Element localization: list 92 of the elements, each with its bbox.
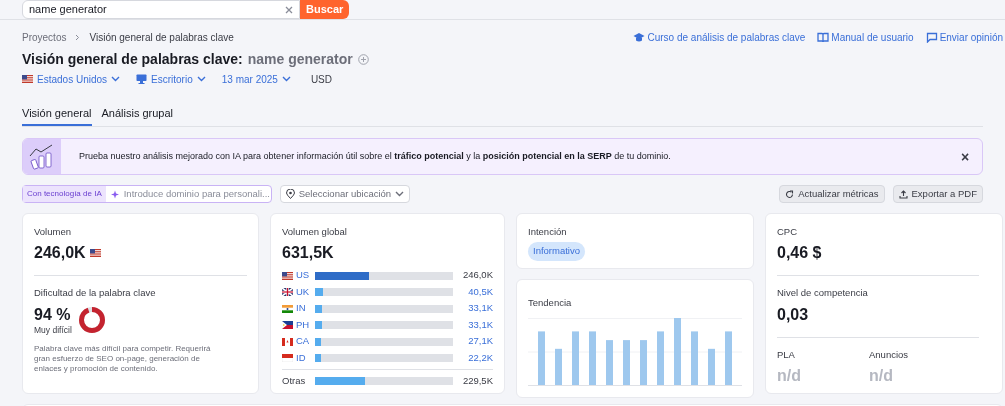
book-icon xyxy=(817,31,830,43)
add-icon[interactable] xyxy=(357,53,369,65)
help-link[interactable]: Manual de usuario xyxy=(817,29,914,45)
country-link[interactable]: IN xyxy=(296,301,306,316)
volume-value[interactable]: 33,1K xyxy=(453,301,493,316)
location-pin-icon xyxy=(285,189,295,199)
metric-value: 0,03 xyxy=(777,304,810,325)
trend-bar xyxy=(708,349,715,386)
metric-value: n/d xyxy=(777,365,802,386)
chat-bubble-icon xyxy=(925,31,938,43)
chevron-down-icon xyxy=(196,76,206,82)
help-link[interactable]: Enviar opinión xyxy=(925,29,1003,45)
trend-bar xyxy=(606,340,613,386)
metric-value: 631,5K xyxy=(282,243,335,264)
trend-bar xyxy=(691,331,698,386)
volume-value[interactable]: 40,5K xyxy=(453,284,493,300)
country-link[interactable]: CA xyxy=(296,334,310,349)
metric-value: 246,0K xyxy=(34,243,86,264)
trend-bar xyxy=(555,349,562,386)
flag-icon xyxy=(282,321,293,329)
currency-label: USD xyxy=(310,72,332,87)
volume-value[interactable]: 33,1K xyxy=(453,317,493,333)
metric-label: PLA xyxy=(777,347,796,362)
page-title: Visión general de palabras clave: xyxy=(22,49,243,69)
metric-label: Intención xyxy=(528,225,567,239)
volume-value: 229,5K xyxy=(461,374,493,389)
toolbar-button[interactable]: Actualizar métricas xyxy=(779,185,885,203)
metric-label: Volumen global xyxy=(282,225,348,239)
country-label: Otras xyxy=(282,374,307,389)
breadcrumb-current: Visión general de palabras clave xyxy=(89,30,234,45)
metric-label: Nivel de competencia xyxy=(777,286,869,301)
metric-label: Tendencia xyxy=(528,296,573,310)
sparkle-icon xyxy=(110,189,120,199)
filter-dropdown[interactable]: Escritorio xyxy=(136,71,206,87)
filter-dropdown[interactable]: Estados Unidos xyxy=(22,71,121,87)
tab[interactable]: Visión general xyxy=(22,100,92,126)
ai-badge: Con tecnología de IA xyxy=(23,186,106,202)
volume-value[interactable]: 27,1K xyxy=(453,334,493,349)
monitor-icon xyxy=(136,74,148,84)
flag-icon xyxy=(89,249,101,258)
country-link[interactable]: US xyxy=(296,268,310,283)
refresh-icon xyxy=(785,189,795,199)
keyword-title: name generator xyxy=(247,49,353,69)
chevron-right-icon xyxy=(75,33,81,41)
trend-bar xyxy=(572,331,579,386)
trend-bar xyxy=(674,318,681,386)
metric-value: n/d xyxy=(869,365,894,386)
banner-text: Prueba nuestro análisis mejorado con IA para obtener información útil sobre el tráfico potencial y la posición potencial en la SERP de tu dominio. xyxy=(79,149,672,163)
metric-label: Anuncios xyxy=(869,347,909,362)
trend-bar xyxy=(657,331,664,386)
flag-icon xyxy=(282,271,293,280)
flag-icon xyxy=(282,354,293,362)
country-link[interactable]: PH xyxy=(296,317,310,333)
intent-tag: Informativo xyxy=(528,242,585,261)
trend-bar xyxy=(725,331,732,386)
search-field[interactable]: name generator xyxy=(22,0,300,19)
close-icon[interactable] xyxy=(285,5,293,14)
metric-value: 94 % xyxy=(34,304,72,324)
flag-icon xyxy=(282,304,293,313)
graduation-cap-icon xyxy=(633,31,646,43)
metric-label: Volumen xyxy=(34,225,72,239)
metric-label: CPC xyxy=(777,225,799,239)
search-button[interactable]: Buscar xyxy=(300,0,350,19)
filter-dropdown[interactable]: 13 mar 2025 xyxy=(221,71,291,87)
country-link[interactable]: ID xyxy=(296,350,306,366)
flag-icon xyxy=(22,75,33,83)
difficulty-description: Palabra clave más difícil para competir. Requerirá gran esfuerzo de SEO on-page, generación de enlaces y promoción de contenido. xyxy=(34,344,212,375)
metric-value: 0,46 $ xyxy=(777,243,823,264)
flag-icon xyxy=(282,288,293,296)
trend-bar xyxy=(538,331,545,386)
chevron-down-icon xyxy=(111,76,121,82)
country-link[interactable]: UK xyxy=(296,284,310,300)
breadcrumb-link[interactable]: Proyectos xyxy=(22,29,67,45)
trend-bar xyxy=(589,331,596,386)
difficulty-rating: Muy difícil xyxy=(34,323,72,337)
trend-bar xyxy=(640,340,647,386)
location-dropdown[interactable]: Seleccionar ubicación xyxy=(279,185,411,203)
tab[interactable]: Análisis grupal xyxy=(101,100,174,126)
upload-icon xyxy=(898,189,908,199)
toolbar-button[interactable]: Exportar a PDF xyxy=(892,185,983,203)
metric-label: Dificultad de la palabra clave xyxy=(34,286,157,301)
help-link[interactable]: Curso de análisis de palabras clave xyxy=(633,29,806,45)
trend-bar xyxy=(623,340,630,386)
chevron-down-icon xyxy=(395,191,405,197)
flag-icon xyxy=(282,337,293,346)
search-input[interactable]: name generator xyxy=(29,1,285,18)
domain-input[interactable]: Introduce dominio para personali... xyxy=(123,186,271,202)
close-button[interactable]: × xyxy=(958,149,972,164)
volume-value[interactable]: 22,2K xyxy=(453,350,493,366)
ai-domain-field[interactable]: Con tecnología de IA Introduce dominio para personali... xyxy=(22,185,272,203)
chevron-down-icon xyxy=(281,76,291,82)
volume-value: 246,0K xyxy=(461,268,493,283)
